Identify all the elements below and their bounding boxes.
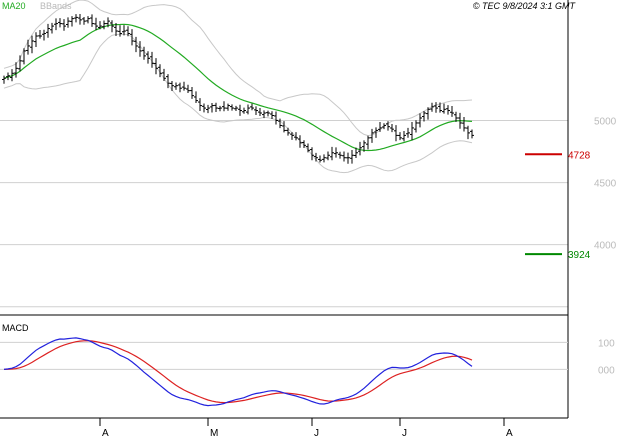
x-axis: AMJJA [0, 417, 568, 439]
macd-tick-label-0: 100 [598, 338, 615, 349]
x-tick-label-0: A [102, 428, 109, 439]
price-tick-label-1: 4500 [594, 179, 617, 190]
resistance-level-label: 4728 [568, 150, 591, 161]
price-panel-background [0, 0, 568, 313]
ma20-legend-label: MA20 [2, 1, 26, 11]
x-tick-label-1: M [210, 428, 218, 439]
price-panel: 4728 3924 5000 4500 4000 [0, 0, 617, 418]
macd-grid [0, 341, 568, 370]
macd-line [3, 337, 473, 407]
macd-legend-label: MACD [2, 323, 29, 333]
macd-lines [3, 337, 473, 407]
x-tick-label-4: A [506, 428, 513, 439]
macd-y-ticks: 100 000 [598, 338, 615, 376]
chart-root: 4728 3924 5000 4500 4000 100 000 AMJJA MA20 … [0, 0, 627, 440]
x-tick-label-2: J [314, 428, 319, 439]
price-tick-label-0: 5000 [594, 116, 617, 127]
price-y-ticks: 5000 4500 4000 [594, 116, 617, 251]
x-tick-label-3: J [402, 428, 407, 439]
macd-panel: 100 000 [0, 337, 615, 407]
source-credit: © TEC 9/8/2024 3:1 GMT [473, 1, 577, 11]
macd-tick-label-1: 000 [598, 365, 615, 376]
bbands-legend-label: BBands [40, 1, 72, 11]
support-level-label: 3924 [568, 250, 591, 261]
macd-signal-line [3, 340, 473, 404]
price-tick-label-2: 4000 [594, 241, 617, 252]
stock-chart: 47283924 500045004000 100000 AMJJA MA20 … [0, 0, 617, 439]
